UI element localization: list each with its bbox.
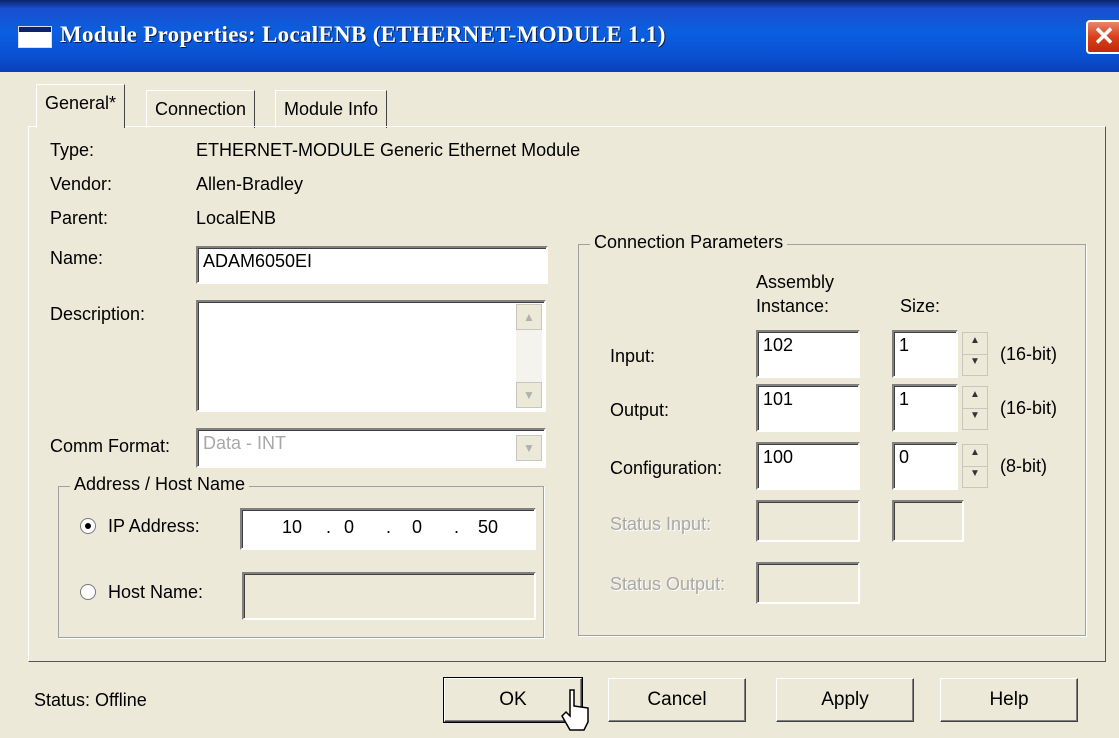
- status-output-instance-field[interactable]: [756, 562, 860, 604]
- ip-address-input[interactable]: 10 . 0 . 0 . 50: [240, 508, 536, 550]
- window-icon: [18, 26, 52, 48]
- ip-octet-2: 0: [344, 517, 355, 537]
- type-label: Type:: [50, 140, 95, 160]
- apply-button[interactable]: Apply: [776, 678, 914, 722]
- description-textarea[interactable]: ▲ ▼: [196, 300, 546, 412]
- ip-octet-4: 50: [478, 517, 499, 537]
- comm-format-label-text: Comm Format:: [50, 436, 171, 456]
- help-button[interactable]: Help: [940, 678, 1078, 722]
- dropdown-arrow-icon[interactable]: ▼: [516, 435, 542, 461]
- parent-value: LocalENB: [196, 208, 277, 228]
- tab-module-info[interactable]: Module Info: [275, 90, 388, 128]
- host-name-input[interactable]: [242, 572, 536, 620]
- spin-arrows-icon[interactable]: ▲ ▼: [962, 386, 988, 430]
- input-label: Input:: [610, 346, 656, 366]
- status-text: Status: Offline: [34, 690, 147, 710]
- scroll-up-arrow-icon[interactable]: ▲: [516, 304, 542, 330]
- output-size-field[interactable]: 1: [892, 384, 958, 432]
- output-unit: (16-bit): [1000, 398, 1058, 418]
- status-input-size-field[interactable]: [892, 500, 964, 542]
- vendor-label: Vendor:: [50, 174, 113, 194]
- tab-general[interactable]: General*: [36, 84, 126, 128]
- ip-octet-1: 10: [282, 517, 303, 537]
- name-label: Name:: [50, 248, 104, 268]
- tab-connection[interactable]: Connection: [146, 90, 256, 128]
- spin-arrows-icon[interactable]: ▲ ▼: [962, 332, 988, 376]
- name-input[interactable]: ADAM6050EI: [196, 246, 548, 284]
- configuration-size-field[interactable]: 0: [892, 442, 958, 490]
- host-name-label: Host Name:: [108, 582, 204, 602]
- comm-format-select[interactable]: Data - INT ▼: [196, 428, 546, 468]
- parent-label: Parent:: [50, 208, 109, 228]
- description-label: Description:: [50, 304, 146, 324]
- title-bar: Module Properties: LocalENB (ETHERNET-MO…: [0, 0, 1119, 72]
- output-label: Output:: [610, 400, 670, 420]
- address-group-title: Address / Host Name: [70, 474, 250, 495]
- spin-arrows-icon[interactable]: ▲ ▼: [962, 444, 988, 488]
- assembly-column-header-line2: Instance:: [756, 296, 830, 316]
- status-input-label: Status Input:: [610, 514, 712, 534]
- ip-address-label: IP Address:: [108, 516, 200, 536]
- assembly-column-header-line1: Assembly: [756, 272, 835, 292]
- ip-octet-3: 0: [412, 517, 423, 537]
- close-button[interactable]: ✕: [1086, 20, 1119, 54]
- window-title: Module Properties: LocalENB (ETHERNET-MO…: [60, 22, 666, 47]
- type-value: ETHERNET-MODULE Generic Ethernet Module: [196, 140, 581, 160]
- configuration-instance-field[interactable]: 100: [756, 442, 860, 490]
- configuration-unit: (8-bit): [1000, 456, 1048, 476]
- status-input-instance-field[interactable]: [756, 500, 860, 542]
- cancel-button[interactable]: Cancel: [608, 678, 746, 722]
- scroll-down-arrow-icon[interactable]: ▼: [516, 382, 542, 408]
- status-output-label: Status Output:: [610, 574, 726, 594]
- mouse-pointer-icon: [561, 689, 589, 731]
- description-scrollbar[interactable]: ▲ ▼: [516, 304, 542, 408]
- configuration-label: Configuration:: [610, 458, 723, 478]
- module-properties-dialog: Module Properties: LocalENB (ETHERNET-MO…: [0, 0, 1119, 738]
- connection-parameters-title: Connection Parameters: [590, 232, 788, 253]
- input-instance-field[interactable]: 102: [756, 330, 860, 378]
- ip-address-radio[interactable]: [80, 518, 96, 534]
- input-unit: (16-bit): [1000, 344, 1058, 364]
- comm-format-label: Comm Format:: [50, 436, 170, 457]
- size-column-header: Size:: [900, 296, 941, 316]
- vendor-value: Allen-Bradley: [196, 174, 304, 194]
- host-name-radio[interactable]: [80, 584, 96, 600]
- comm-format-value: Data - INT: [203, 433, 287, 453]
- input-size-field[interactable]: 1: [892, 330, 958, 378]
- output-instance-field[interactable]: 101: [756, 384, 860, 432]
